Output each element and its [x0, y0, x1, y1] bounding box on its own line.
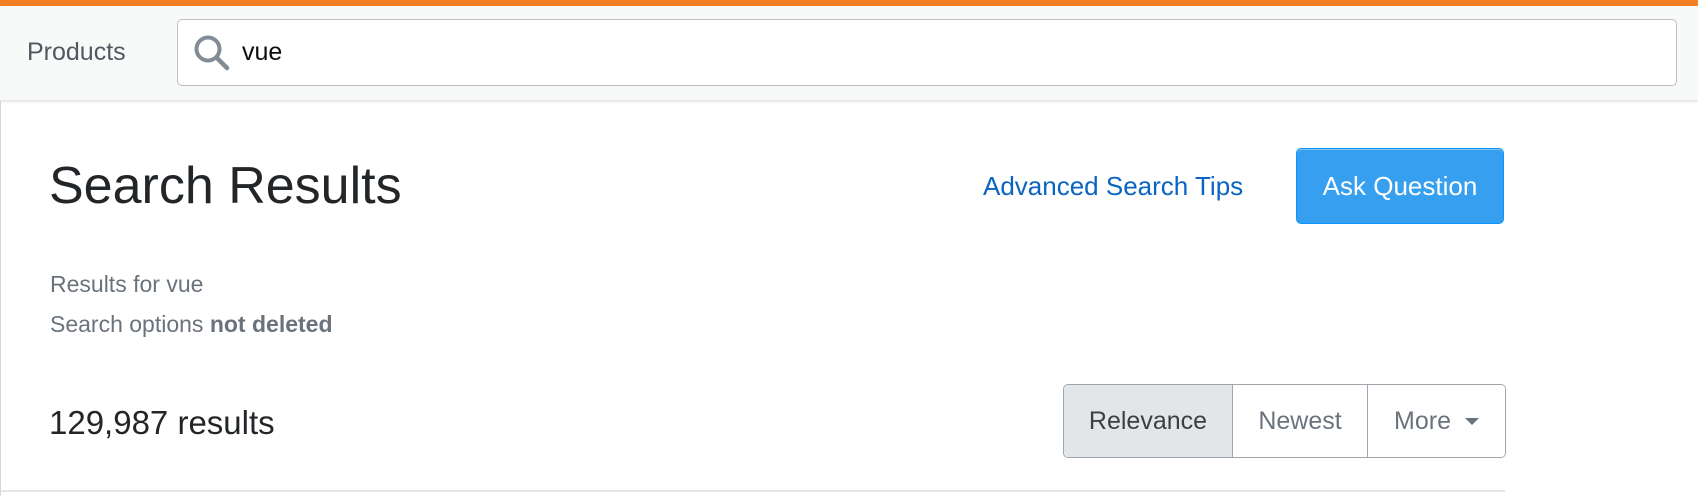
ask-question-button[interactable]: Ask Question — [1296, 148, 1504, 224]
results-count: 129,987 results — [49, 404, 275, 441]
search-box[interactable] — [177, 19, 1677, 86]
top-bar: Products — [0, 6, 1698, 101]
sort-newest-button[interactable]: Newest — [1233, 385, 1368, 457]
results-for-query: vue — [166, 271, 204, 297]
page-title: Search Results — [49, 157, 402, 215]
main-content: Search Results Advanced Search Tips Ask … — [0, 101, 1698, 496]
search-options-text: Search options not deleted — [50, 311, 333, 338]
sort-relevance-button[interactable]: Relevance — [1064, 385, 1233, 457]
sort-more-dropdown[interactable]: More — [1368, 385, 1505, 457]
search-icon — [194, 35, 230, 71]
search-input[interactable] — [242, 20, 1642, 84]
sort-button-group: Relevance Newest More — [1063, 384, 1506, 458]
products-link[interactable]: Products — [27, 38, 126, 67]
divider — [1, 490, 1505, 492]
results-for-label: Results for — [50, 271, 160, 297]
results-for-text: Results for vue — [50, 271, 203, 298]
sort-more-label: More — [1394, 406, 1451, 435]
search-options-label: Search options — [50, 311, 204, 337]
caret-down-icon — [1464, 417, 1479, 425]
search-options-value: not deleted — [209, 311, 333, 337]
advanced-search-tips-link[interactable]: Advanced Search Tips — [983, 171, 1243, 202]
